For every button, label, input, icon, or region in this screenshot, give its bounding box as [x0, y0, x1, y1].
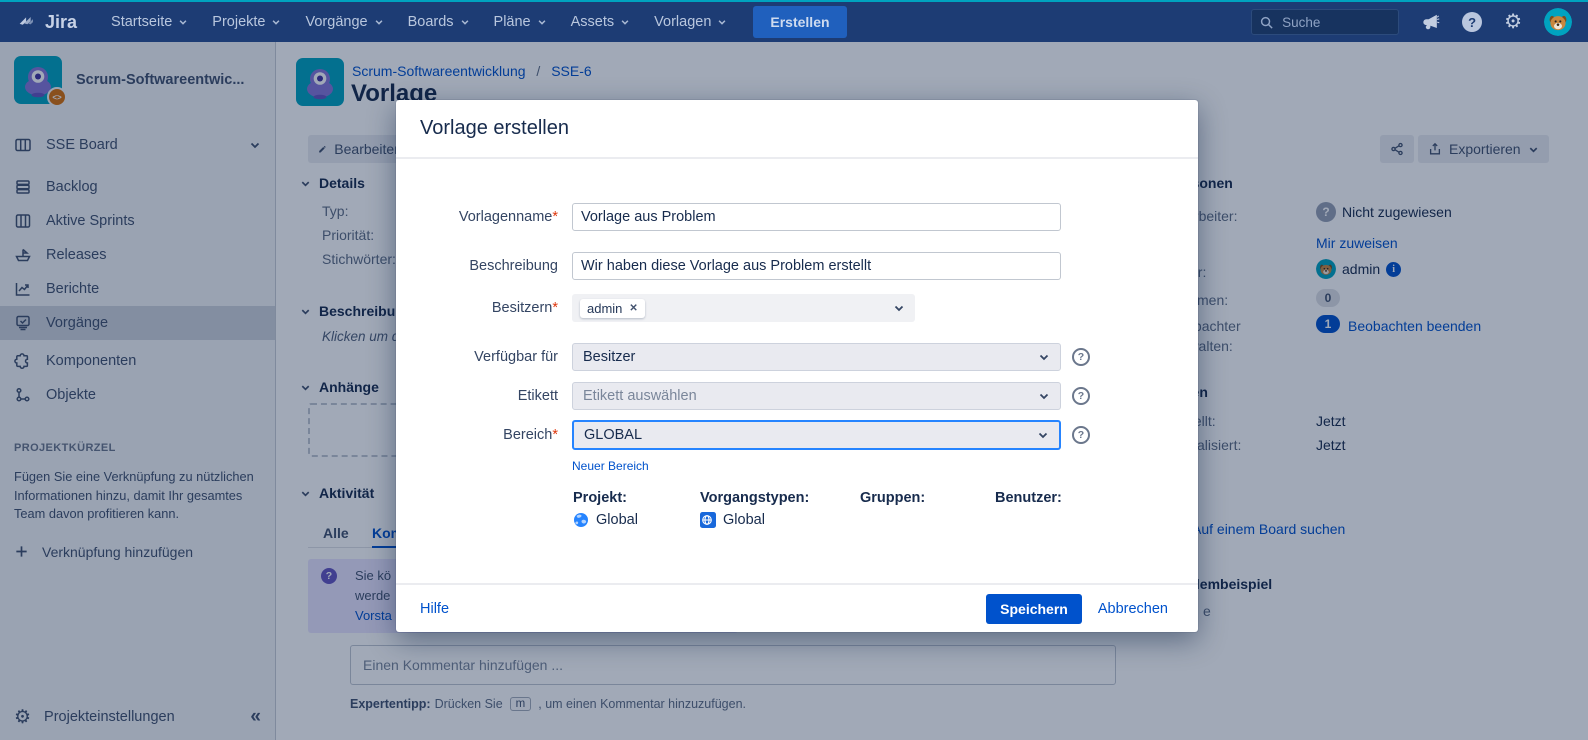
- dialog-footer: Hilfe Speichern Abbrechen: [396, 583, 1198, 632]
- chevron-down-icon: [1038, 351, 1050, 363]
- chevron-down-icon: [460, 17, 470, 27]
- dialog-title: Vorlage erstellen: [420, 117, 569, 140]
- jira-app-window: Jira Startseite Projekte Vorgänge Boards…: [0, 0, 1588, 740]
- label-select[interactable]: Etikett auswählen: [572, 382, 1061, 410]
- required-asterisk: *: [552, 209, 558, 225]
- nav-item-startseite[interactable]: Startseite: [111, 14, 188, 30]
- template-description-label: Beschreibung: [396, 258, 558, 274]
- available-for-select[interactable]: Besitzer: [572, 343, 1061, 371]
- required-asterisk: *: [552, 300, 558, 316]
- chevron-down-icon: [620, 17, 630, 27]
- announcements-icon[interactable]: [1421, 13, 1440, 32]
- help-icon[interactable]: ?: [1072, 426, 1090, 444]
- label-label: Etikett: [396, 388, 558, 404]
- help-link[interactable]: Hilfe: [420, 601, 449, 617]
- nav-item-vorlagen[interactable]: Vorlagen: [654, 14, 727, 30]
- nav-item-plaene[interactable]: Pläne: [494, 14, 547, 30]
- chevron-down-icon[interactable]: [893, 302, 905, 314]
- preview-project-value: Global: [573, 512, 638, 528]
- issuetype-globe-icon: [700, 512, 716, 528]
- jira-logo-text: Jira: [45, 12, 77, 33]
- dialog-header-divider: [396, 157, 1198, 159]
- chevron-down-icon: [1037, 429, 1049, 441]
- jira-logo[interactable]: Jira: [16, 11, 77, 33]
- help-icon[interactable]: ?: [1462, 12, 1482, 32]
- scope-label: Bereich*: [396, 427, 558, 443]
- help-icon[interactable]: ?: [1072, 348, 1090, 366]
- chevron-down-icon: [271, 17, 281, 27]
- template-name-input[interactable]: [572, 203, 1061, 231]
- preview-users-label: Benutzer:: [995, 490, 1062, 506]
- cancel-link[interactable]: Abbrechen: [1098, 601, 1168, 617]
- owner-tag: admin ✕: [580, 299, 645, 318]
- user-avatar[interactable]: [1544, 8, 1572, 36]
- nav-item-assets[interactable]: Assets: [571, 14, 631, 30]
- gear-icon[interactable]: ⚙: [1504, 12, 1522, 32]
- chevron-down-icon: [717, 17, 727, 27]
- globe-icon: [573, 512, 589, 528]
- preview-groups-label: Gruppen:: [860, 490, 925, 506]
- scope-select[interactable]: GLOBAL: [572, 420, 1061, 450]
- nav-item-projekte[interactable]: Projekte: [212, 14, 281, 30]
- preview-issuetypes-value: Global: [700, 512, 765, 528]
- create-button[interactable]: Erstellen: [753, 6, 846, 38]
- owners-multiselect[interactable]: admin ✕: [572, 294, 915, 322]
- chevron-down-icon: [1038, 390, 1050, 402]
- help-icon[interactable]: ?: [1072, 387, 1090, 405]
- available-for-label: Verfügbar für: [396, 349, 558, 365]
- search-box: [1251, 9, 1399, 35]
- new-scope-link[interactable]: Neuer Bereich: [572, 459, 649, 473]
- top-navigation: Jira Startseite Projekte Vorgänge Boards…: [0, 0, 1588, 42]
- required-asterisk: *: [552, 427, 558, 443]
- chevron-down-icon: [374, 17, 384, 27]
- preview-issuetypes-label: Vorgangstypen:: [700, 490, 809, 506]
- create-template-dialog: Vorlage erstellen Vorlagenname* Beschrei…: [396, 100, 1198, 632]
- template-description-input[interactable]: [572, 252, 1061, 280]
- save-button[interactable]: Speichern: [986, 594, 1082, 624]
- remove-tag-icon[interactable]: ✕: [629, 303, 637, 314]
- nav-item-vorgaenge[interactable]: Vorgänge: [305, 14, 383, 30]
- preview-project-label: Projekt:: [573, 490, 627, 506]
- chevron-down-icon: [178, 17, 188, 27]
- dog-avatar-icon: [1544, 8, 1572, 36]
- search-icon: [1259, 15, 1274, 30]
- template-name-label: Vorlagenname*: [396, 209, 558, 225]
- nav-item-boards[interactable]: Boards: [408, 14, 470, 30]
- chevron-down-icon: [537, 17, 547, 27]
- nav-right-cluster: ? ⚙: [1251, 8, 1572, 36]
- owners-label: Besitzern*: [396, 300, 558, 316]
- jira-logo-icon: [16, 11, 38, 33]
